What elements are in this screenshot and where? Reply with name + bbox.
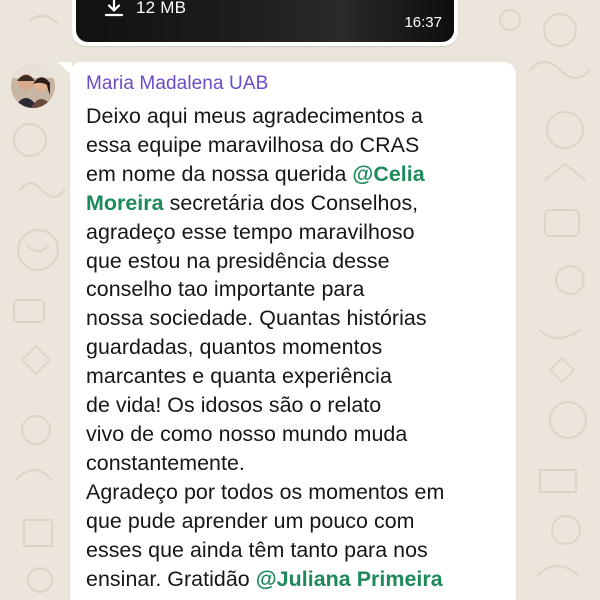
message-line: conselho tao importante para [86,275,506,304]
message-text: Deixo aqui meus agradecimentos a essa equ… [86,102,506,593]
message-text-segment: essa equipe maravilhosa do CRAS [86,132,420,157]
message-text-segment: que pude aprender um pouco com [86,508,415,533]
video-message-bubble[interactable]: 12 MB 16:37 [72,0,458,46]
message-text-segment: Deixo aqui meus agradecimentos a [86,104,423,128]
message-text-segment: guardadas, quantos momentos [86,335,383,360]
message-line: que estou na presidência desse [86,247,506,276]
download-control[interactable]: 12 MB [102,0,186,20]
message-line: Agradeço por todos os momentos em [86,478,506,507]
message-timestamp: 16:37 [404,14,442,31]
mention-link[interactable]: Moreira [86,191,164,215]
message-text-segment: constantemente. [86,450,245,475]
mention-link[interactable]: @Celia [352,162,424,186]
message-line: agradeço esse tempo maravilhoso [86,218,506,247]
message-line: que pude aprender um pouco com [86,507,506,536]
message-line: nossa sociedade. Quantas histórias [86,304,506,333]
avatar[interactable] [11,64,55,108]
message-text-segment: conselho tao importante para [86,277,365,302]
message-text-segment: esses que ainda têm tanto para nos [86,537,428,562]
sender-name[interactable]: Maria Madalena UAB [86,73,268,95]
mention-link[interactable]: @Juliana Primeira [256,567,443,591]
message-text-segment: vivo de como nosso mundo muda [86,421,408,446]
file-size: 12 MB [136,0,187,17]
message-text-segment: de vida! Os idosos são o relato [86,393,382,418]
message-text-segment: secretária dos Conselhos, [163,190,419,215]
video-thumbnail[interactable]: 12 MB 16:37 [76,0,454,42]
message-line: em nome da nossa querida @Celia [86,160,506,189]
avatar-image [11,64,55,108]
message-text-segment: que estou na presidência desse [86,248,390,273]
message-line: essa equipe maravilhosa do CRAS [86,131,506,160]
message-line: vivo de como nosso mundo muda [86,420,506,449]
message-text-segment: agradeço esse tempo maravilhoso [86,219,415,244]
message-text-segment: em nome da nossa querida [86,161,353,186]
message-line: esses que ainda têm tanto para nos [86,536,506,565]
message-line: marcantes e quanta experiência [86,362,506,391]
message-line: de vida! Os idosos são o relato [86,391,506,420]
message-line: ensinar. Gratidão @Juliana Primeira [86,565,506,594]
message-text-segment: Agradeço por todos os momentos em [86,479,445,504]
message-text-segment: ensinar. Gratidão [86,566,256,591]
message-line: Moreira secretária dos Conselhos, [86,189,506,218]
message-line: constantemente. [86,449,506,478]
message-line: Deixo aqui meus agradecimentos a [86,102,506,131]
text-message-bubble[interactable]: Maria Madalena UAB Deixo aqui meus agrad… [70,62,516,600]
message-text-segment: nossa sociedade. Quantas histórias [86,306,427,331]
message-text-segment: marcantes e quanta experiência [86,364,392,389]
message-line: guardadas, quantos momentos [86,333,506,362]
download-icon[interactable] [102,0,126,20]
